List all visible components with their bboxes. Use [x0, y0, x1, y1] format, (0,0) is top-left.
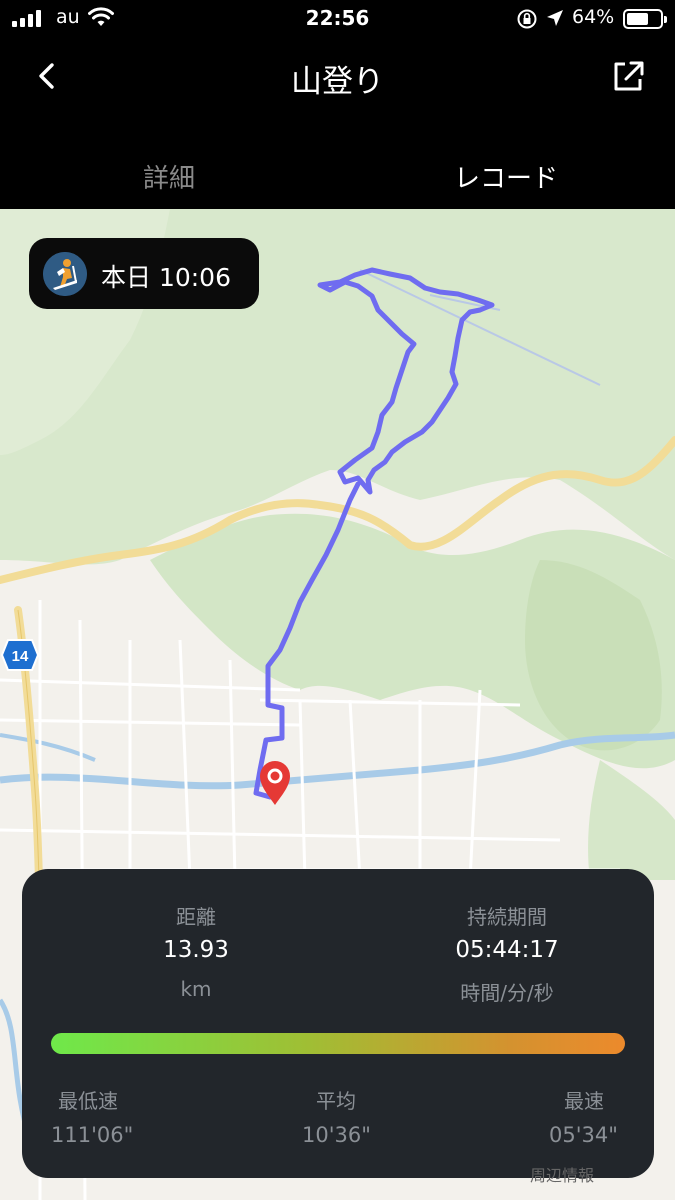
location-arrow-icon	[547, 10, 563, 26]
battery-icon	[623, 9, 667, 29]
rotation-lock-icon	[517, 9, 537, 29]
max-speed-value: 05'34"	[549, 1123, 618, 1147]
hiker-avatar-icon	[43, 252, 87, 296]
status-bar: au 22:56 64%	[0, 0, 675, 40]
avg-speed-value: 10'36"	[302, 1123, 371, 1147]
distance-value: 13.93	[163, 937, 229, 963]
tab-details[interactable]: 詳細	[0, 158, 338, 195]
activity-time-chip: 本日 10:06	[29, 238, 259, 309]
battery-percentage: 64%	[572, 6, 615, 28]
avg-speed-label: 平均	[316, 1089, 356, 1113]
speed-gradient-bar	[51, 1033, 625, 1054]
share-icon[interactable]	[608, 56, 648, 96]
duration-label: 持続期間	[467, 905, 547, 929]
tab-record[interactable]: レコード	[337, 158, 675, 195]
page-title: 山登り	[291, 64, 384, 100]
duration-unit: 時間/分/秒	[460, 981, 554, 1005]
activity-time-label: 本日 10:06	[101, 263, 231, 292]
stats-panel: 距離 13.93 km 持続期間 05:44:17 時間/分/秒 最低速 111…	[22, 869, 654, 1178]
max-speed-label: 最速	[564, 1089, 604, 1113]
navigation-bar: 山登り	[0, 40, 675, 120]
min-speed-label: 最低速	[58, 1089, 118, 1113]
route-14-sign-icon: 14	[0, 639, 40, 671]
route-sign-number: 14	[12, 648, 29, 665]
distance-label: 距離	[176, 905, 216, 929]
min-speed-value: 111'06"	[51, 1123, 134, 1147]
map-attribution[interactable]: 周辺情報	[530, 1162, 594, 1186]
tab-bar: 詳細 レコード	[0, 120, 675, 209]
distance-unit: km	[180, 977, 212, 1001]
duration-value: 05:44:17	[455, 937, 559, 963]
